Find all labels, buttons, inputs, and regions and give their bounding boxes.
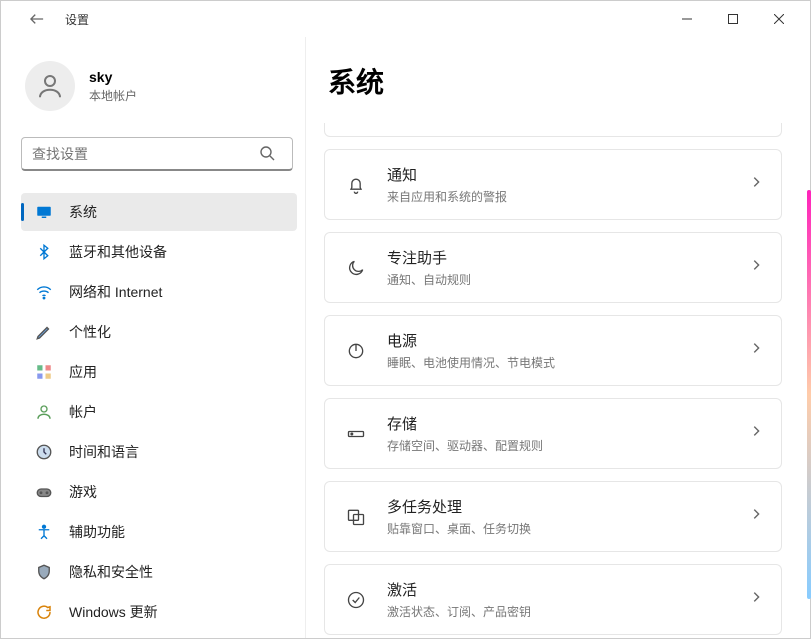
sidebar-item-bluetooth[interactable]: 蓝牙和其他设备 bbox=[21, 233, 297, 271]
update-icon bbox=[35, 603, 53, 621]
chevron-right-icon bbox=[749, 424, 763, 443]
sidebar-item-wifi[interactable]: 网络和 Internet bbox=[21, 273, 297, 311]
sidebar-item-label: 个性化 bbox=[69, 322, 111, 342]
sidebar-item-apps[interactable]: 应用 bbox=[21, 353, 297, 391]
card-subtitle: 存储空间、驱动器、配置规则 bbox=[387, 437, 749, 454]
sidebar-item-personalize[interactable]: 个性化 bbox=[21, 313, 297, 351]
sidebar-item-label: 网络和 Internet bbox=[69, 282, 162, 302]
chevron-right-icon bbox=[749, 258, 763, 277]
main-panel: 系统 通知来自应用和系统的警报专注助手通知、自动规则电源睡眠、电池使用情况、节电… bbox=[306, 37, 810, 638]
power-icon bbox=[343, 341, 369, 361]
multitask-icon bbox=[343, 507, 369, 527]
card-subtitle: 贴靠窗口、桌面、任务切换 bbox=[387, 520, 749, 537]
edge-decoration bbox=[807, 190, 811, 599]
sidebar-item-label: 应用 bbox=[69, 362, 97, 382]
card-title: 电源 bbox=[387, 330, 749, 351]
chevron-right-icon bbox=[749, 175, 763, 194]
wifi-icon bbox=[35, 283, 53, 301]
page-title: 系统 bbox=[324, 61, 782, 101]
time-icon bbox=[35, 443, 53, 461]
personalize-icon bbox=[35, 323, 53, 341]
accessibility-icon bbox=[35, 523, 53, 541]
card-subtitle: 来自应用和系统的警报 bbox=[387, 188, 749, 205]
search-input[interactable] bbox=[21, 137, 293, 171]
maximize-button[interactable] bbox=[710, 1, 756, 37]
back-button[interactable] bbox=[25, 7, 49, 31]
account-icon bbox=[35, 403, 53, 421]
sidebar-item-privacy[interactable]: 隐私和安全性 bbox=[21, 553, 297, 591]
card-subtitle: 通知、自动规则 bbox=[387, 271, 749, 288]
card-bell[interactable]: 通知来自应用和系统的警报 bbox=[324, 149, 782, 220]
sidebar-item-gaming[interactable]: 游戏 bbox=[21, 473, 297, 511]
window-title: 设置 bbox=[65, 11, 89, 28]
card-multitask[interactable]: 多任务处理贴靠窗口、桌面、任务切换 bbox=[324, 481, 782, 552]
chevron-right-icon bbox=[749, 507, 763, 526]
storage-icon bbox=[343, 424, 369, 444]
card-power[interactable]: 电源睡眠、电池使用情况、节电模式 bbox=[324, 315, 782, 386]
sidebar-item-label: 系统 bbox=[69, 202, 97, 222]
sidebar-item-label: 辅助功能 bbox=[69, 522, 125, 542]
card-storage[interactable]: 存储存储空间、驱动器、配置规则 bbox=[324, 398, 782, 469]
chevron-right-icon bbox=[749, 341, 763, 360]
sidebar-item-label: 蓝牙和其他设备 bbox=[69, 242, 167, 262]
sidebar-item-label: 时间和语言 bbox=[69, 442, 139, 462]
sidebar-item-label: 隐私和安全性 bbox=[69, 562, 153, 582]
titlebar: 设置 bbox=[1, 1, 810, 37]
gaming-icon bbox=[35, 483, 53, 501]
moon-icon bbox=[343, 258, 369, 278]
sidebar: sky 本地帐户 系统蓝牙和其他设备网络和 Internet 个性化应用帐户时间和… bbox=[1, 37, 306, 638]
user-profile[interactable]: sky 本地帐户 bbox=[21, 61, 297, 111]
bell-icon bbox=[343, 175, 369, 195]
sidebar-item-label: 游戏 bbox=[69, 482, 97, 502]
card-title: 激活 bbox=[387, 579, 749, 600]
card-subtitle: 激活状态、订阅、产品密钥 bbox=[387, 603, 749, 620]
bluetooth-icon bbox=[35, 243, 53, 261]
user-subtitle: 本地帐户 bbox=[89, 87, 137, 104]
card-moon[interactable]: 专注助手通知、自动规则 bbox=[324, 232, 782, 303]
card-title: 专注助手 bbox=[387, 247, 749, 268]
system-icon bbox=[35, 203, 53, 221]
card-activate[interactable]: 激活激活状态、订阅、产品密钥 bbox=[324, 564, 782, 635]
user-name: sky bbox=[89, 69, 137, 85]
card-subtitle: 睡眠、电池使用情况、节电模式 bbox=[387, 354, 749, 371]
card-title: 多任务处理 bbox=[387, 496, 749, 517]
card-partial-top bbox=[324, 123, 782, 137]
nav-list: 系统蓝牙和其他设备网络和 Internet 个性化应用帐户时间和语言游戏辅助功能隐… bbox=[21, 193, 297, 630]
avatar bbox=[25, 61, 75, 111]
card-title: 通知 bbox=[387, 164, 749, 185]
card-title: 存储 bbox=[387, 413, 749, 434]
sidebar-item-system[interactable]: 系统 bbox=[21, 193, 297, 231]
chevron-right-icon bbox=[749, 590, 763, 609]
minimize-button[interactable] bbox=[664, 1, 710, 37]
close-button[interactable] bbox=[756, 1, 802, 37]
sidebar-item-accessibility[interactable]: 辅助功能 bbox=[21, 513, 297, 551]
sidebar-item-time[interactable]: 时间和语言 bbox=[21, 433, 297, 471]
privacy-icon bbox=[35, 563, 53, 581]
sidebar-item-account[interactable]: 帐户 bbox=[21, 393, 297, 431]
search-icon bbox=[259, 145, 275, 166]
apps-icon bbox=[35, 363, 53, 381]
sidebar-item-label: 帐户 bbox=[69, 402, 97, 422]
sidebar-item-update[interactable]: Windows 更新 bbox=[21, 593, 297, 630]
sidebar-item-label: Windows 更新 bbox=[69, 602, 158, 622]
activate-icon bbox=[343, 590, 369, 610]
search-box[interactable] bbox=[21, 137, 297, 171]
